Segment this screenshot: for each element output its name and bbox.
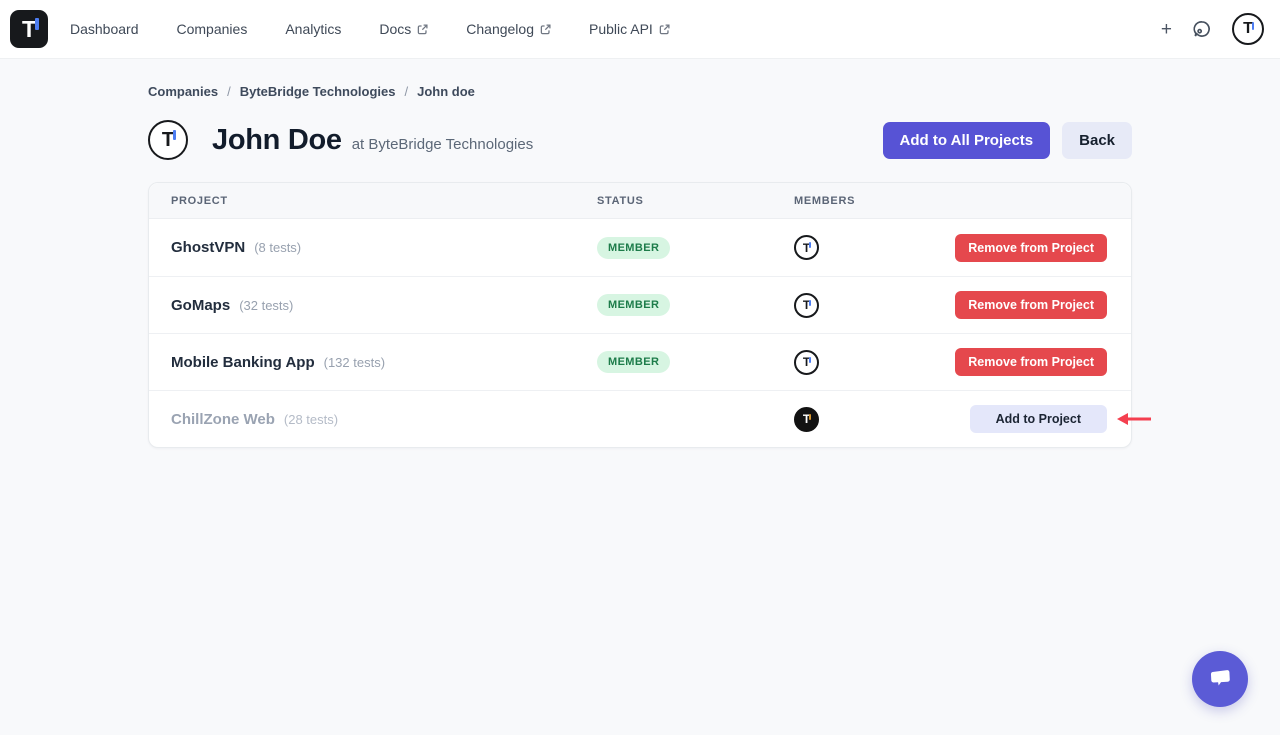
avatar-accent (809, 414, 811, 420)
action-cell: Remove from Project (955, 291, 1107, 319)
top-navbar: T Dashboard Companies Analytics Docs Cha… (0, 0, 1280, 59)
main-content: Companies / ByteBridge Technologies / Jo… (148, 84, 1132, 448)
project-name: Mobile Banking App (171, 354, 315, 371)
members-cell: T (794, 350, 955, 375)
project-name: ChillZone Web (171, 411, 275, 428)
logo-accent (35, 18, 39, 30)
table-row: GoMaps (32 tests) MEMBER T Remove from P… (149, 276, 1131, 333)
remove-from-project-button[interactable]: Remove from Project (955, 348, 1107, 376)
action-cell: Remove from Project (955, 234, 1107, 262)
nav-item-public-api[interactable]: Public API (589, 21, 670, 37)
header-actions: Add to All Projects Back (883, 122, 1132, 159)
main-nav: Dashboard Companies Analytics Docs Chang… (70, 21, 670, 37)
project-test-count: (8 tests) (254, 240, 301, 255)
breadcrumb-current: John doe (417, 84, 475, 99)
page-subtitle: at ByteBridge Technologies (352, 136, 534, 153)
avatar-accent (809, 242, 811, 248)
page-header: T John Doe at ByteBridge Technologies Ad… (148, 120, 1132, 160)
remove-from-project-button[interactable]: Remove from Project (955, 291, 1107, 319)
action-cell: Add to Project (970, 405, 1107, 433)
breadcrumb-separator: / (405, 84, 409, 99)
member-avatar: T (794, 293, 819, 318)
plus-icon[interactable]: + (1161, 20, 1172, 39)
nav-item-changelog[interactable]: Changelog (466, 21, 551, 37)
member-badge: MEMBER (597, 294, 670, 316)
support-icon[interactable] (1192, 19, 1212, 39)
avatar-accent (809, 300, 811, 306)
column-header-project: PROJECT (171, 195, 597, 207)
logo-letter: T (22, 16, 36, 43)
navbar-actions: + T (1161, 13, 1264, 45)
member-badge: MEMBER (597, 237, 670, 259)
member-avatar: T (794, 350, 819, 375)
member-badge: MEMBER (597, 351, 670, 373)
project-name: GoMaps (171, 297, 230, 314)
member-avatar: T (794, 235, 819, 260)
table-header-row: PROJECT STATUS MEMBERS (149, 183, 1131, 219)
members-cell: T (794, 407, 970, 432)
project-cell: GhostVPN (8 tests) (171, 239, 597, 256)
external-link-icon (417, 24, 428, 35)
project-test-count: (28 tests) (284, 412, 338, 427)
member-avatar-dark: T (794, 407, 819, 432)
breadcrumb-companies[interactable]: Companies (148, 84, 218, 99)
nav-item-dashboard[interactable]: Dashboard (70, 21, 139, 37)
external-link-icon (659, 24, 670, 35)
table-row: Mobile Banking App (132 tests) MEMBER T … (149, 333, 1131, 390)
members-cell: T (794, 235, 955, 260)
table-row: GhostVPN (8 tests) MEMBER T Remove from … (149, 219, 1131, 276)
page-title: John Doe (212, 124, 342, 157)
breadcrumb-company[interactable]: ByteBridge Technologies (240, 84, 396, 99)
projects-table: PROJECT STATUS MEMBERS GhostVPN (8 tests… (148, 182, 1132, 448)
project-cell: Mobile Banking App (132 tests) (171, 354, 597, 371)
column-header-members: MEMBERS (794, 195, 1107, 207)
nav-item-analytics[interactable]: Analytics (285, 21, 341, 37)
members-cell: T (794, 293, 955, 318)
chat-bubble-icon (1206, 665, 1233, 692)
project-test-count: (32 tests) (239, 298, 293, 313)
remove-from-project-button[interactable]: Remove from Project (955, 234, 1107, 262)
add-to-project-button[interactable]: Add to Project (970, 405, 1107, 433)
project-name: GhostVPN (171, 239, 245, 256)
back-button[interactable]: Back (1062, 122, 1132, 159)
app-logo[interactable]: T (10, 10, 48, 48)
project-test-count: (132 tests) (324, 355, 385, 370)
title-wrap: John Doe at ByteBridge Technologies (212, 124, 533, 157)
status-cell: MEMBER (597, 294, 794, 316)
avatar-accent (173, 130, 176, 140)
user-avatar[interactable]: T (1232, 13, 1264, 45)
action-cell: Remove from Project (955, 348, 1107, 376)
person-avatar: T (148, 120, 188, 160)
status-cell: MEMBER (597, 237, 794, 259)
breadcrumb: Companies / ByteBridge Technologies / Jo… (148, 84, 1132, 99)
avatar-accent (809, 357, 811, 363)
status-cell: MEMBER (597, 351, 794, 373)
project-cell: ChillZone Web (28 tests) (171, 411, 597, 428)
nav-item-docs[interactable]: Docs (379, 21, 428, 37)
project-cell: GoMaps (32 tests) (171, 297, 597, 314)
column-header-status: STATUS (597, 195, 794, 207)
avatar-accent (1252, 22, 1255, 30)
breadcrumb-separator: / (227, 84, 231, 99)
chat-widget-button[interactable] (1192, 651, 1248, 707)
external-link-icon (540, 24, 551, 35)
nav-item-companies[interactable]: Companies (177, 21, 248, 37)
red-arrow-annotation (1115, 410, 1153, 428)
add-to-all-projects-button[interactable]: Add to All Projects (883, 122, 1051, 159)
table-row: ChillZone Web (28 tests) T Add to Projec… (149, 390, 1131, 447)
